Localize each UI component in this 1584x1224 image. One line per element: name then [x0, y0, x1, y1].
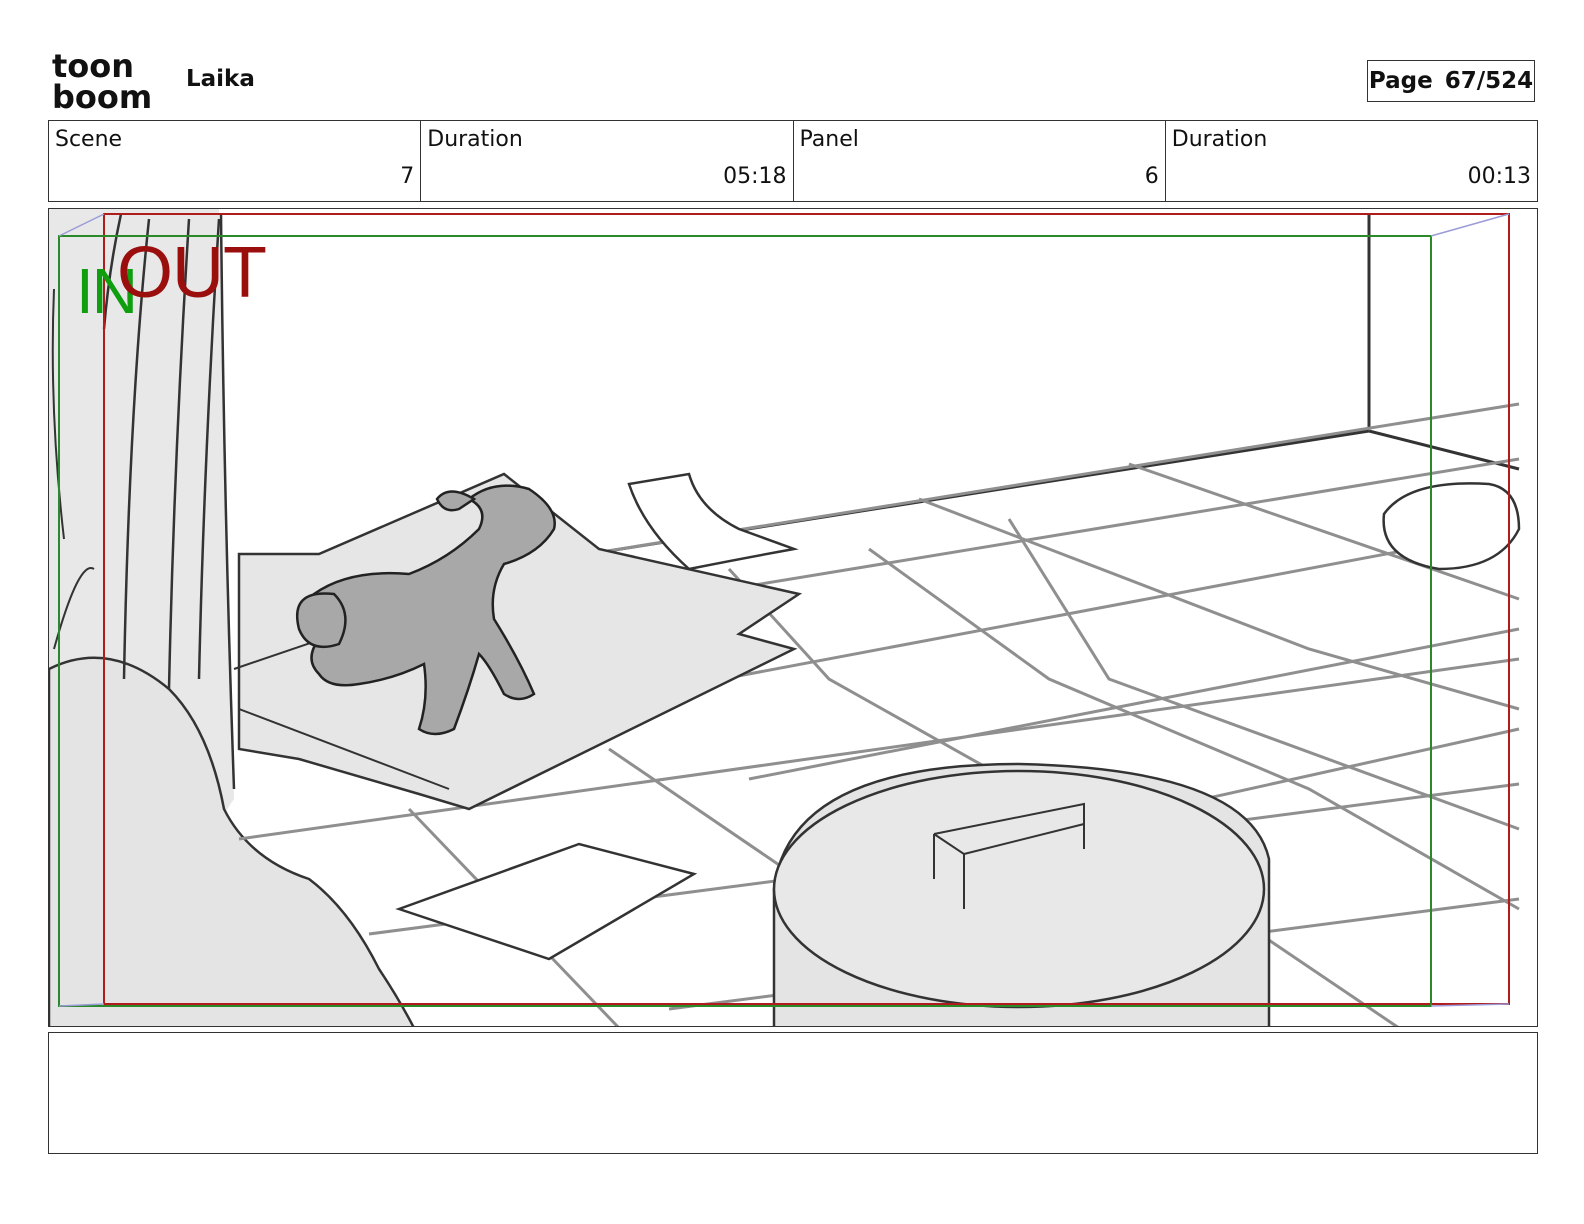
scene-cell: Scene 7: [49, 121, 422, 201]
out-frame-label: OUT: [117, 233, 267, 313]
panel-duration-label: Duration: [1171, 127, 1268, 152]
panel-sketch: [49, 209, 1521, 1026]
panel-value: 6: [1144, 164, 1159, 189]
paper-front: [395, 842, 698, 961]
panel-cell: Panel 6: [794, 121, 1166, 201]
scene-label: Scene: [55, 127, 123, 152]
toonboom-logo: toon boom: [52, 47, 164, 116]
scene-duration-label: Duration: [427, 127, 523, 152]
ottoman-top: [772, 769, 1266, 1009]
dog-tail: [296, 592, 347, 649]
round-object-right: [1382, 482, 1521, 571]
storyboard-panel: IN OUT: [48, 208, 1538, 1027]
panel-duration-value: 00:13: [1467, 164, 1531, 189]
project-title: Laika: [186, 66, 255, 92]
page-indicator: Page 67/524: [1367, 60, 1535, 102]
panel-label: Panel: [799, 127, 859, 152]
scene-duration-value: 05:18: [723, 164, 787, 189]
page-label: Page: [1368, 68, 1433, 94]
paper-back: [627, 472, 799, 571]
panel-duration-cell: Duration 00:13: [1166, 121, 1537, 201]
logo-text-bottom: boom: [52, 78, 152, 112]
scene-info-table: Scene 7 Duration 05:18 Panel 6 Duration …: [48, 120, 1538, 202]
scene-duration-cell: Duration 05:18: [421, 121, 794, 201]
panel-notes-box: [48, 1032, 1538, 1154]
page-number: 67/524: [1444, 68, 1534, 94]
scene-value: 7: [400, 164, 415, 189]
